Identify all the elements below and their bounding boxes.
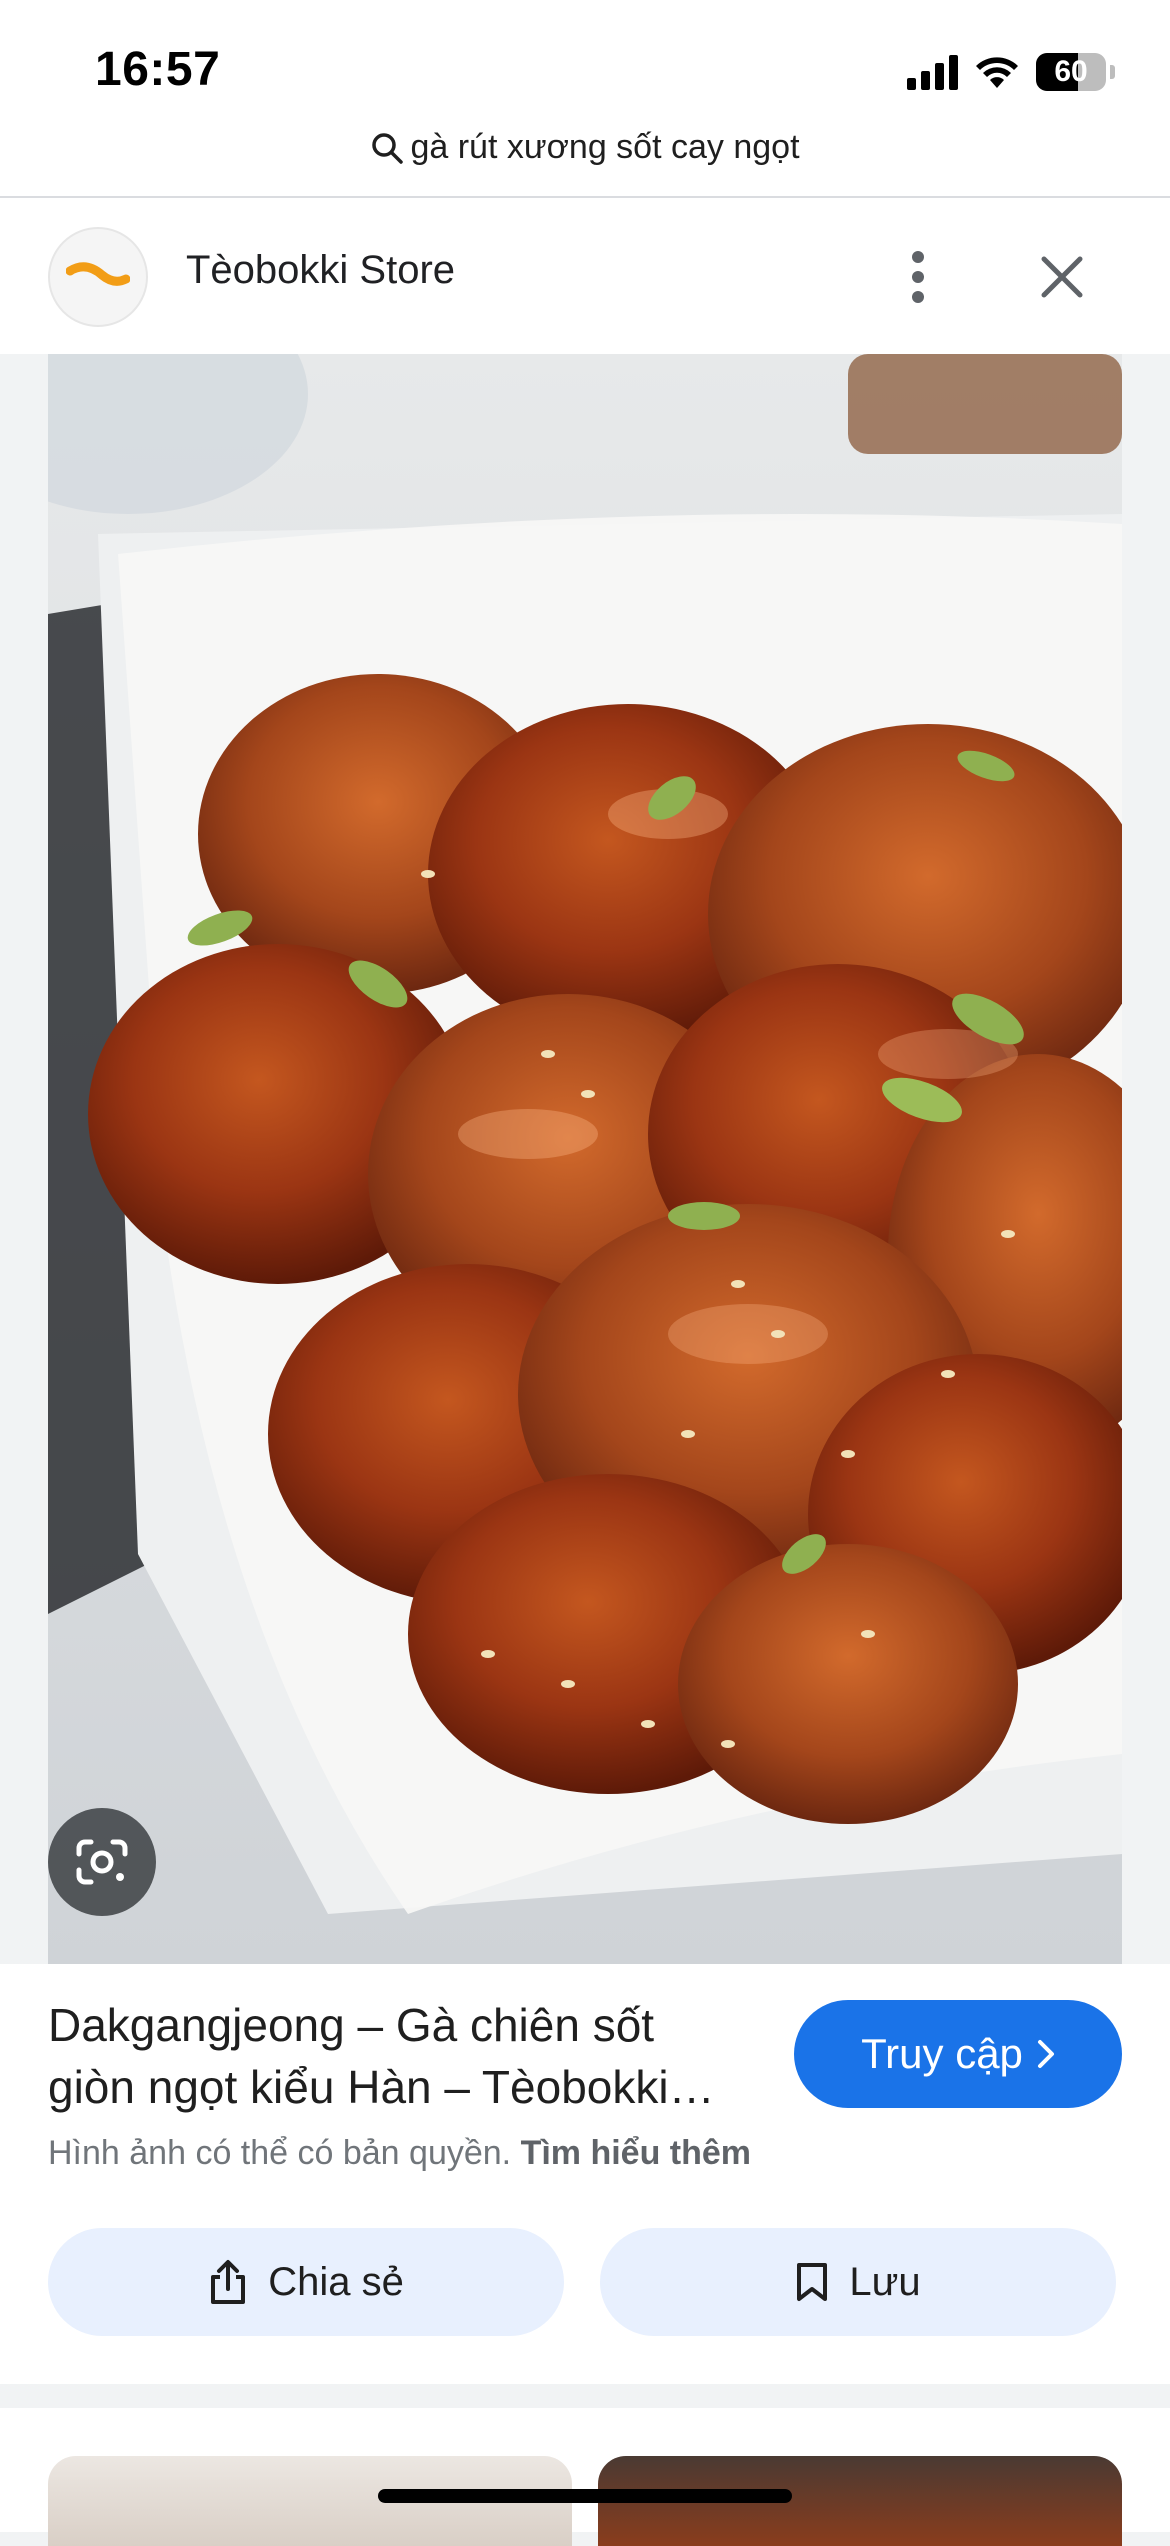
search-query-bar[interactable]: gà rút xương sốt cay ngọt (0, 128, 1170, 167)
battery-icon: 60 (1036, 53, 1106, 91)
share-icon (211, 2260, 246, 2304)
bookmark-icon (797, 2263, 828, 2301)
save-label: Lưu (849, 2259, 921, 2304)
related-images (0, 2408, 1170, 2546)
share-button[interactable]: Chia sẻ (48, 2228, 564, 2336)
result-info-panel: Dakgangjeong – Gà chiên sốt giòn ngọt ki… (0, 1964, 1170, 2384)
store-logo[interactable] (48, 227, 148, 327)
status-time: 16:57 (95, 43, 221, 96)
top-bar: 16:57 60 gà rút xương sốt cay ngọt (0, 0, 1170, 198)
status-icons: 60 (907, 50, 1115, 94)
chevron-right-icon (1037, 2040, 1054, 2068)
wifi-icon (976, 57, 1018, 88)
battery-nub (1110, 65, 1115, 79)
source-name[interactable]: Tèobokki Store (186, 248, 455, 293)
food-photo[interactable] (48, 354, 1122, 1964)
battery-level: 60 (1054, 55, 1088, 88)
result-title[interactable]: Dakgangjeong – Gà chiên sốt giòn ngọt ki… (48, 1994, 748, 2118)
cellular-signal-icon (907, 54, 958, 90)
food-photo-illustration (48, 354, 1122, 1964)
more-options-button[interactable] (890, 242, 946, 312)
share-label: Chia sẻ (268, 2259, 404, 2304)
visit-button-label: Truy cập (861, 2030, 1023, 2077)
home-indicator[interactable] (378, 2489, 792, 2503)
copyright-notice: Hình ảnh có thể có bản quyền. Tìm hiểu t… (48, 2134, 751, 2173)
learn-more-link[interactable]: Tìm hiểu thêm (521, 2134, 751, 2172)
search-query-text: gà rút xương sốt cay ngọt (410, 128, 800, 166)
more-vert-icon (912, 251, 924, 303)
close-button[interactable] (1030, 242, 1094, 312)
save-button[interactable]: Lưu (600, 2228, 1116, 2336)
visit-button[interactable]: Truy cập (794, 2000, 1122, 2108)
copyright-text: Hình ảnh có thể có bản quyền. (48, 2134, 512, 2172)
close-icon (1041, 256, 1083, 298)
store-logo-icon (66, 262, 130, 286)
search-icon (372, 132, 404, 164)
google-lens-button[interactable] (48, 1808, 156, 1916)
source-header: Tèobokki Store (0, 198, 1170, 354)
google-lens-icon (76, 1839, 128, 1885)
